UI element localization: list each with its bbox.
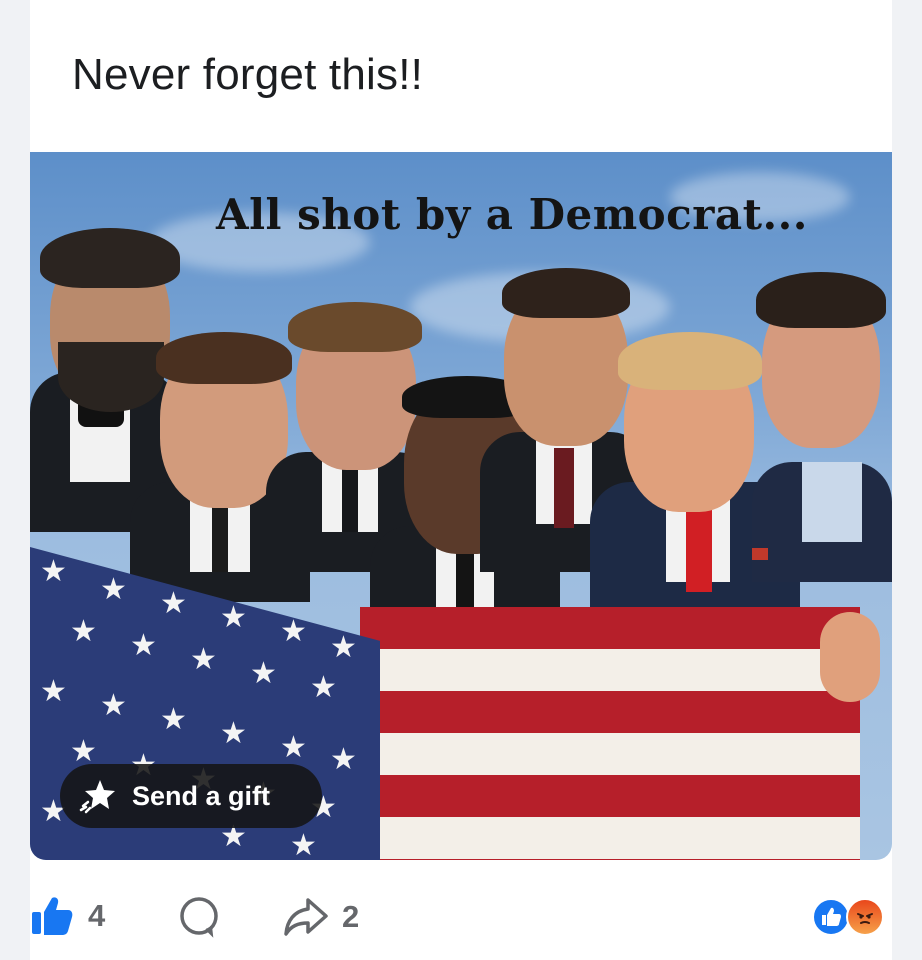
send-gift-button[interactable]: Send a gift [60, 764, 322, 828]
like-action[interactable]: 4 [30, 894, 105, 938]
share-arrow-icon [282, 894, 330, 940]
gift-icon [78, 776, 118, 816]
send-gift-label: Send a gift [132, 780, 271, 811]
angry-reaction-icon [846, 898, 884, 936]
flag-pin [752, 548, 768, 560]
reaction-summary[interactable] [812, 898, 892, 938]
hand [820, 612, 880, 702]
post-text: Never forget this!! [72, 50, 424, 99]
post-actions: 4 2 [30, 880, 892, 950]
comment-bubble-icon [176, 894, 222, 940]
share-action[interactable]: 2 [282, 894, 359, 940]
thumbs-up-icon [30, 894, 74, 938]
like-count: 4 [88, 898, 106, 933]
comment-action[interactable] [176, 894, 222, 940]
image-caption: All shot by a Democrat... [216, 190, 808, 239]
flag-stripes [360, 607, 860, 860]
like-reaction-icon [812, 898, 850, 936]
person-figure [742, 272, 892, 582]
share-count: 2 [342, 899, 360, 934]
post-image[interactable]: All shot by a Democrat... ★ ★ ★ ★ ★ ★ ★ … [30, 152, 892, 860]
